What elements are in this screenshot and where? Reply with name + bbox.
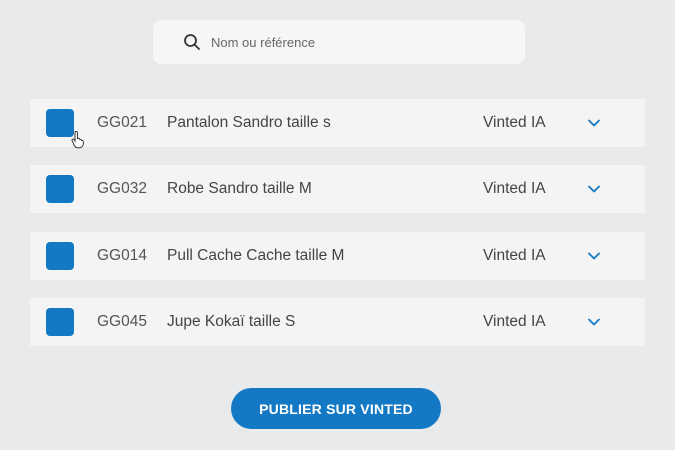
- item-checkbox[interactable]: [46, 109, 84, 149]
- item-reference: GG021: [97, 114, 147, 131]
- chevron-down-icon[interactable]: [587, 182, 601, 196]
- list-item[interactable]: GG045 Jupe Kokaï taille S Vinted IA: [30, 298, 645, 346]
- list-item[interactable]: GG032 Robe Sandro taille M Vinted IA: [30, 165, 645, 213]
- item-reference: GG014: [97, 247, 147, 264]
- item-reference: GG045: [97, 313, 147, 330]
- list-item[interactable]: GG021 Pantalon Sandro taille s Vinted IA: [30, 99, 645, 149]
- search-input[interactable]: [211, 34, 491, 50]
- search-bar[interactable]: [153, 20, 525, 64]
- hand-pointer-icon: [71, 131, 84, 149]
- chevron-down-icon[interactable]: [587, 315, 601, 329]
- item-platform: Vinted IA: [483, 180, 546, 197]
- list-item[interactable]: GG014 Pull Cache Cache taille M Vinted I…: [30, 232, 645, 280]
- item-title: Jupe Kokaï taille S: [167, 313, 296, 330]
- item-title: Pull Cache Cache taille M: [167, 247, 345, 264]
- item-platform: Vinted IA: [483, 247, 546, 264]
- item-reference: GG032: [97, 180, 147, 197]
- chevron-down-icon[interactable]: [587, 249, 601, 263]
- item-title: Robe Sandro taille M: [167, 180, 312, 197]
- item-platform: Vinted IA: [483, 313, 546, 330]
- item-platform: Vinted IA: [483, 114, 546, 131]
- search-icon: [184, 34, 200, 50]
- item-checkbox[interactable]: [46, 242, 74, 270]
- item-checkbox[interactable]: [46, 175, 74, 203]
- item-title: Pantalon Sandro taille s: [167, 114, 331, 131]
- chevron-down-icon[interactable]: [587, 116, 601, 130]
- publish-button[interactable]: PUBLIER SUR VINTED: [231, 388, 441, 429]
- item-checkbox[interactable]: [46, 308, 74, 336]
